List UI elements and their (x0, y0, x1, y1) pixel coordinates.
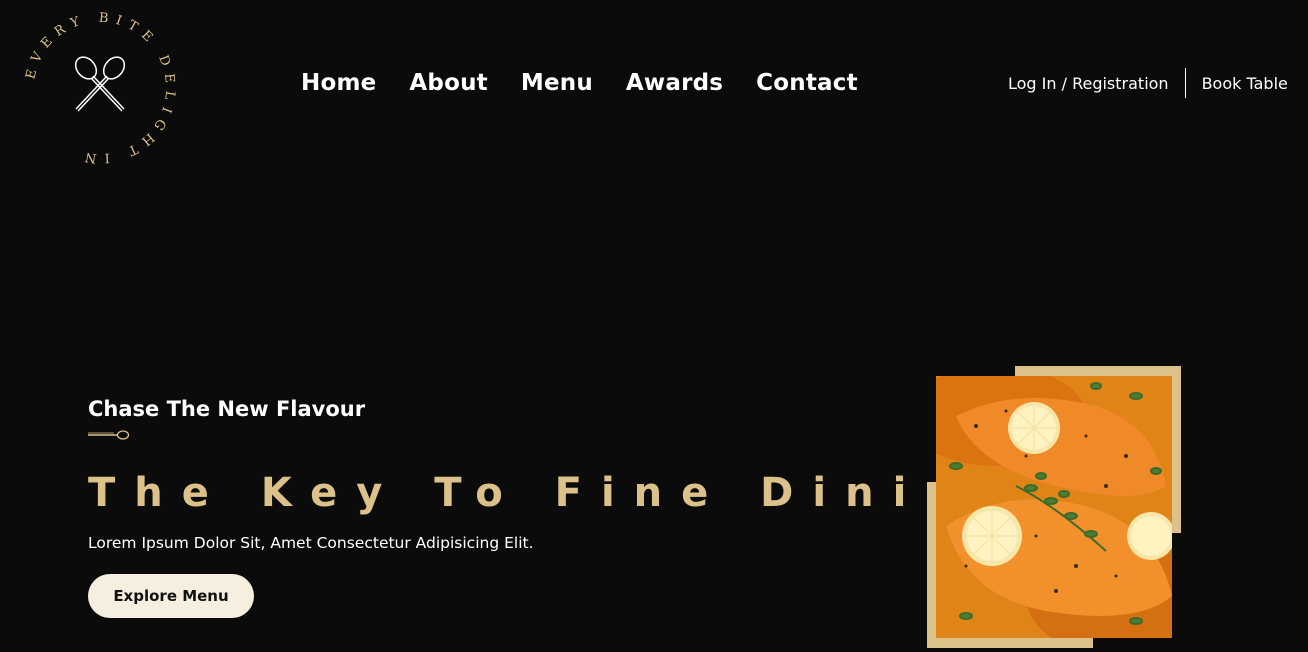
hero-tagline: Chase The New Flavour (88, 397, 366, 421)
brand-logo[interactable]: EVERY BITE DELIGHT IN (12, 0, 188, 176)
crossed-spoons-icon (74, 56, 126, 112)
login-registration-link[interactable]: Log In / Registration (1008, 74, 1169, 93)
hero-subtext: Lorem Ipsum Dolor Sit, Amet Consectetur … (88, 534, 534, 552)
logo-graphic: EVERY BITE DELIGHT IN (23, 11, 170, 166)
salmon-dish-image (936, 376, 1172, 638)
nav-contact[interactable]: Contact (756, 70, 858, 96)
nav-home[interactable]: Home (301, 70, 376, 96)
hero-headline: The Key To Fine Dining (88, 470, 1021, 516)
book-table-link[interactable]: Book Table (1202, 74, 1288, 93)
explore-menu-button[interactable]: Explore Menu (88, 574, 254, 618)
nav-awards[interactable]: Awards (626, 70, 723, 96)
nav-about[interactable]: About (409, 70, 487, 96)
spoon-divider-icon (88, 430, 130, 440)
header-divider (1184, 68, 1186, 98)
main-nav: Home About Menu Awards Contact (301, 64, 891, 102)
nav-menu[interactable]: Menu (521, 70, 593, 96)
header-actions: Log In / Registration Book Table (1008, 68, 1288, 98)
